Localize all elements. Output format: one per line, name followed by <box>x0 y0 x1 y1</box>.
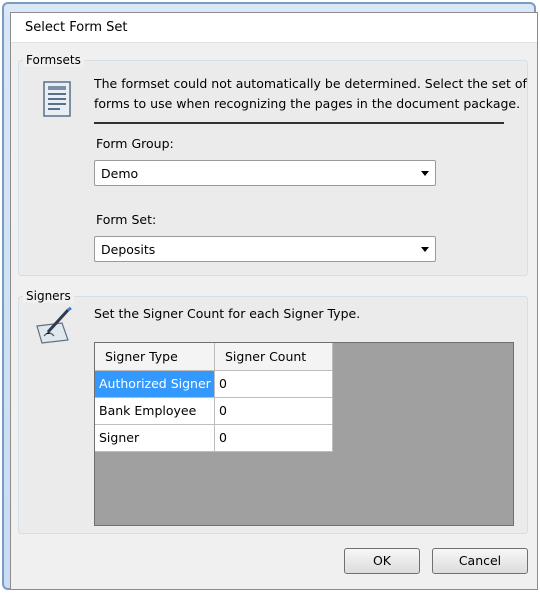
ok-button[interactable]: OK <box>344 548 420 574</box>
signer-type-cell[interactable]: Authorized Signer <box>95 371 215 398</box>
form-set-dropdown[interactable]: Deposits <box>94 236 436 262</box>
form-group-value: Demo <box>101 166 139 181</box>
dialog-title: Select Form Set <box>25 20 128 35</box>
column-header-signer-count[interactable]: Signer Count <box>215 343 333 371</box>
signer-grid: Signer Type Signer Count Authorized Sign… <box>94 342 514 526</box>
form-list-icon <box>40 80 74 118</box>
chevron-down-icon <box>421 171 429 176</box>
formsets-group-label: Formsets <box>23 53 84 67</box>
signature-pen-icon <box>34 306 74 346</box>
signer-type-cell[interactable]: Bank Employee <box>95 398 215 425</box>
form-group-dropdown[interactable]: Demo <box>94 160 436 186</box>
form-set-value: Deposits <box>101 242 156 257</box>
dialog-title-bar: Select Form Set <box>11 13 537 43</box>
cancel-button[interactable]: Cancel <box>432 548 528 574</box>
formsets-description-line2: forms to use when recognizing the pages … <box>94 96 521 111</box>
formsets-description: The formset could not automatically be d… <box>94 74 527 114</box>
formsets-separator <box>94 122 504 124</box>
signer-count-cell[interactable]: 0 <box>215 371 333 398</box>
signers-group-label: Signers <box>23 289 74 303</box>
column-header-signer-type[interactable]: Signer Type <box>95 343 215 371</box>
formsets-description-line1: The formset could not automatically be d… <box>94 76 527 91</box>
signers-description: Set the Signer Count for each Signer Typ… <box>94 306 361 321</box>
chevron-down-icon <box>421 247 429 252</box>
signer-count-cell[interactable]: 0 <box>215 398 333 425</box>
form-group-label: Form Group: <box>96 136 174 151</box>
signer-type-cell[interactable]: Signer <box>95 425 215 452</box>
form-set-label: Form Set: <box>96 212 157 227</box>
signer-count-cell[interactable]: 0 <box>215 425 333 452</box>
